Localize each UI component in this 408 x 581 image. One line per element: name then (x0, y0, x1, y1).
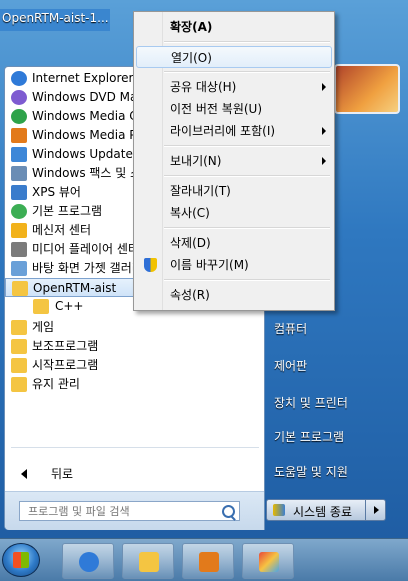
folder-icon (11, 358, 27, 373)
menu-item-restore-previous[interactable]: 이전 버전 복원(U) (136, 98, 332, 120)
folder-icon (139, 552, 159, 572)
messenger-icon (11, 223, 27, 238)
link-control-panel[interactable]: 제어판 (274, 357, 307, 374)
default-programs-icon (11, 204, 27, 219)
folder-icon (11, 377, 27, 392)
program-folder-maintenance[interactable]: 유지 관리 (5, 375, 264, 394)
menu-item-share-with[interactable]: 공유 대상(H) (136, 76, 332, 98)
dvd-maker-icon (11, 90, 27, 105)
link-help-support[interactable]: 도움말 및 지원 (274, 463, 348, 480)
menu-item-rename[interactable]: 이름 바꾸기(M) (136, 254, 332, 276)
shutdown-button[interactable]: 시스템 종료 (266, 499, 366, 521)
link-computer[interactable]: 컴퓨터 (274, 320, 307, 337)
search-box (19, 501, 240, 521)
divider (11, 447, 259, 448)
menu-separator (164, 71, 330, 73)
search-icon[interactable] (222, 505, 235, 518)
menu-separator (164, 41, 330, 43)
media-player-icon (199, 552, 219, 572)
menu-item-expand[interactable]: 확장(A) (136, 16, 332, 38)
media-player-icon (11, 128, 27, 143)
menu-item-delete[interactable]: 삭제(D) (136, 232, 332, 254)
fax-scan-icon (11, 166, 27, 181)
folder-icon (11, 339, 27, 354)
gadget-gallery-icon (11, 261, 27, 276)
program-folder-startup[interactable]: 시작프로그램 (5, 356, 264, 375)
shield-icon (273, 504, 285, 516)
windows-logo-icon (13, 552, 29, 568)
menu-item-open[interactable]: 열기(O) (136, 46, 332, 68)
menu-separator (164, 279, 330, 281)
media-center-folder-icon (11, 242, 27, 257)
windows-update-icon (11, 147, 27, 162)
menu-separator (164, 175, 330, 177)
xps-viewer-icon (11, 185, 27, 200)
folder-icon (12, 281, 28, 296)
search-input[interactable] (20, 502, 218, 520)
menu-item-properties[interactable]: 속성(R) (136, 284, 332, 306)
internet-explorer-icon (11, 71, 27, 86)
taskbar-paint[interactable] (242, 543, 294, 579)
search-area (5, 491, 264, 530)
menu-item-cut[interactable]: 잘라내기(T) (136, 180, 332, 202)
program-folder-games[interactable]: 게임 (5, 318, 264, 337)
back-arrow-icon (21, 469, 27, 479)
folder-icon (11, 320, 27, 335)
program-folder-accessories[interactable]: 보조프로그램 (5, 337, 264, 356)
link-devices-printers[interactable]: 장치 및 프린터 (274, 394, 348, 411)
submenu-arrow-icon (322, 83, 326, 91)
menu-separator (164, 145, 330, 147)
menu-item-copy[interactable]: 복사(C) (136, 202, 332, 224)
desktop-icon-label[interactable]: OpenRTM-aist-1... (0, 9, 110, 31)
taskbar-internet-explorer[interactable] (62, 543, 114, 579)
paint-palette-icon (259, 552, 279, 572)
menu-separator (164, 227, 330, 229)
media-center-icon (11, 109, 27, 124)
internet-explorer-icon (79, 552, 99, 572)
taskbar (0, 538, 408, 581)
menu-item-send-to[interactable]: 보내기(N) (136, 150, 332, 172)
submenu-arrow-icon (322, 157, 326, 165)
shutdown-options-arrow[interactable] (366, 499, 386, 521)
menu-item-include-library[interactable]: 라이브러리에 포함(I) (136, 120, 332, 142)
user-avatar[interactable] (334, 64, 400, 114)
folder-icon (33, 299, 49, 314)
taskbar-file-explorer[interactable] (122, 543, 174, 579)
context-menu: 확장(A) 열기(O) 공유 대상(H) 이전 버전 복원(U) 라이브러리에 … (133, 11, 335, 311)
link-default-programs[interactable]: 기본 프로그램 (274, 428, 344, 445)
submenu-arrow-icon (322, 127, 326, 135)
taskbar-media-player[interactable] (182, 543, 234, 579)
shield-icon (144, 258, 157, 272)
start-button[interactable] (2, 543, 40, 577)
